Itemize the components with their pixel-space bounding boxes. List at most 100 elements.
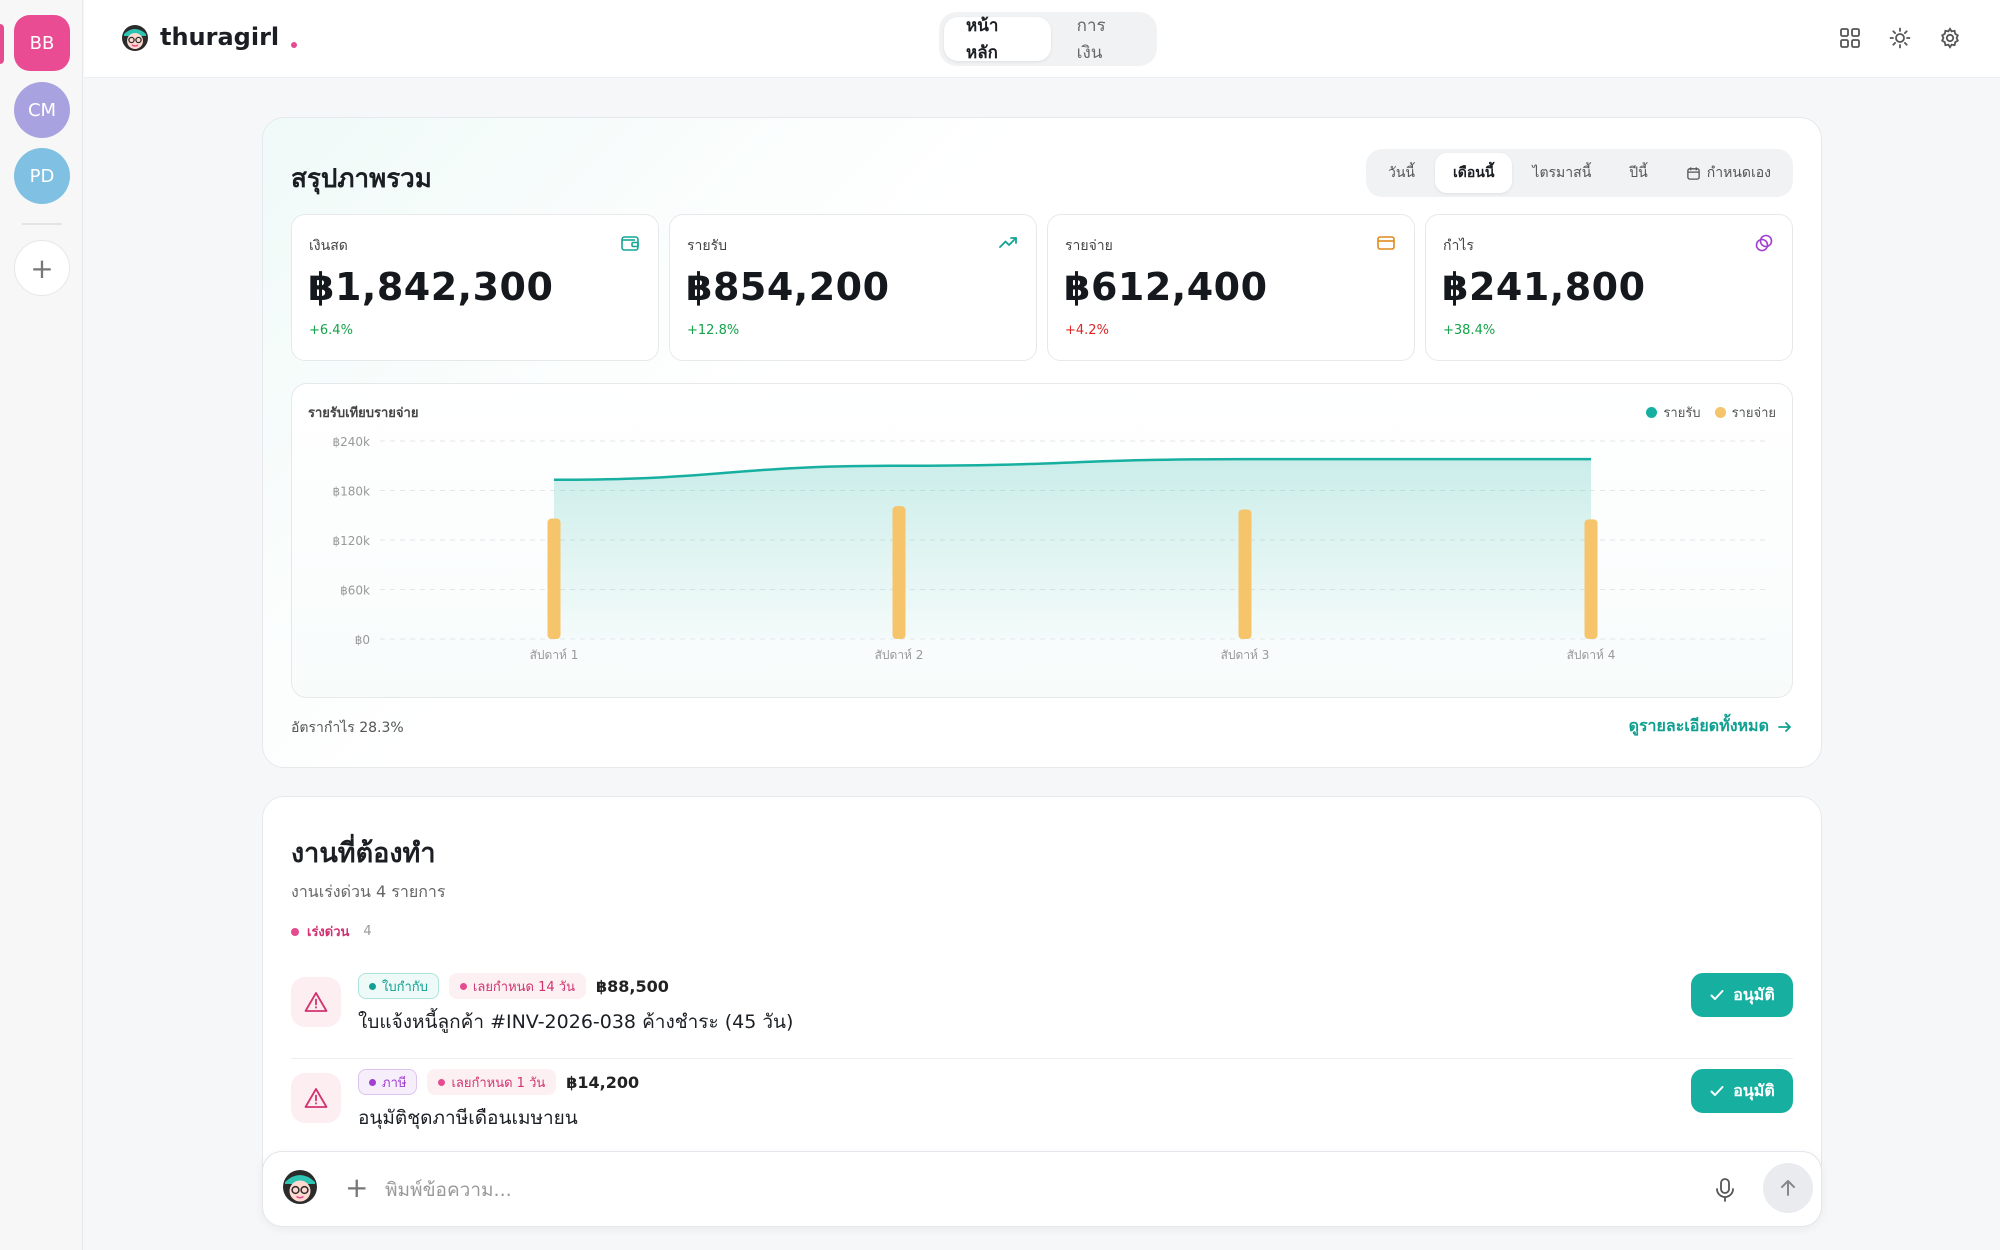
coins-icon	[1755, 234, 1773, 252]
due-chip: เลยกำหนด 1 วัน	[427, 1069, 557, 1095]
chart-canvas: ฿240k ฿180k ฿120k ฿60k ฿0 สัปดาห์ 1 สัปดาห์ 2 ส…	[333, 435, 1770, 662]
workspace-avatar-bb[interactable]: BB	[14, 15, 70, 71]
task-amount: ฿14,200	[566, 1072, 640, 1092]
workspace-rail: BB CM PD +	[0, 0, 83, 1250]
workspace-avatar-pd[interactable]: PD	[14, 148, 70, 204]
add-workspace-button[interactable]: +	[14, 240, 70, 296]
brand-name: thuragirl	[160, 23, 280, 51]
main-nav: หน้าหลัก การเงิน	[939, 12, 1157, 66]
message-input[interactable]	[385, 1172, 1665, 1208]
expense-bar	[1584, 519, 1598, 639]
period-this-year[interactable]: ปีนี้	[1611, 153, 1665, 193]
tasks-title: งานที่ต้องทำ	[291, 838, 436, 869]
top-bar: thuragirl หน้าหลัก การเงิน	[84, 0, 2000, 78]
urgent-group-header: เร่งด่วน 4	[291, 921, 372, 942]
stat-label: รายจ่าย	[1065, 238, 1113, 254]
due-chip: เลยกำหนด 14 วัน	[448, 973, 586, 999]
assistant-avatar-icon	[283, 1170, 317, 1204]
type-chip: ภาษี	[358, 1069, 418, 1095]
stat-card-profit[interactable]: กำไร ฿241,800 +38.4%	[1425, 214, 1793, 361]
sun-icon[interactable]	[1888, 26, 1912, 50]
arrow-up-icon	[1781, 1180, 1795, 1196]
y-tick-label: ฿0	[355, 633, 370, 647]
calendar-icon	[1686, 166, 1700, 180]
period-custom[interactable]: กำหนดเอง	[1668, 153, 1789, 193]
task-title: ใบแจ้งหนี้ลูกค้า #INV-2026-038 ค้างชำระ …	[358, 1011, 794, 1033]
expense-bar	[1238, 509, 1252, 639]
stat-card-cash[interactable]: เงินสด ฿1,842,300 +6.4%	[291, 214, 659, 361]
x-tick-label: สัปดาห์ 2	[875, 648, 924, 662]
attach-plus-icon[interactable]: +	[345, 1174, 368, 1202]
send-button[interactable]	[1763, 1163, 1813, 1213]
stat-value: ฿854,200	[686, 265, 890, 309]
type-chip: ใบกำกับ	[358, 973, 439, 999]
arrow-right-icon	[1778, 721, 1791, 732]
task-meta: ใบกำกับ เลยกำหนด 14 วัน ฿88,500	[358, 973, 669, 999]
tasks-card: งานที่ต้องทำ งานเร่งด่วน 4 รายการ เร่งด่…	[262, 796, 1822, 1196]
overview-card: สรุปภาพรวม วันนี้ เดือนนี้ ไตรมาสนี้ ปีน…	[262, 117, 1822, 768]
stat-card-expense[interactable]: รายจ่าย ฿612,400 +4.2%	[1047, 214, 1415, 361]
nav-tab-home[interactable]: หน้าหลัก	[944, 16, 1051, 63]
period-this-month[interactable]: เดือนนี้	[1434, 153, 1513, 193]
stat-label: กำไร	[1443, 238, 1474, 254]
stat-delta: +12.8%	[687, 323, 740, 338]
plus-icon: +	[30, 251, 54, 285]
group-label: เร่งด่วน	[307, 925, 350, 940]
stat-delta: +6.4%	[309, 323, 353, 338]
y-tick-label: ฿180k	[333, 485, 371, 499]
wallet-icon	[621, 236, 639, 251]
microphone-icon[interactable]	[1713, 1177, 1737, 1203]
task-amount: ฿88,500	[596, 976, 669, 996]
income-expense-chart: รายรับเทียบรายจ่าย รายรับ รายจ่าย ฿240k ฿…	[291, 383, 1793, 698]
task-meta: ภาษี เลยกำหนด 1 วัน ฿14,200	[358, 1069, 639, 1095]
overview-title: สรุปภาพรวม	[291, 164, 432, 194]
y-tick-label: ฿60k	[340, 584, 370, 598]
stat-delta: +4.2%	[1065, 323, 1109, 338]
group-count: 4	[363, 924, 372, 939]
urgent-dot	[291, 927, 299, 936]
brand-logo-icon	[122, 25, 148, 51]
x-tick-label: สัปดาห์ 3	[1221, 648, 1270, 662]
task-item[interactable]: ใบกำกับ เลยกำหนด 14 วัน ฿88,500 ใบแจ้งหน…	[291, 965, 1793, 1059]
warning-icon	[291, 1073, 341, 1123]
income-area	[554, 459, 1591, 639]
stat-delta: +38.4%	[1443, 323, 1496, 338]
profit-margin: อัตรากำไร 28.3%	[291, 720, 404, 736]
brand-dot	[291, 42, 298, 48]
stat-value: ฿1,842,300	[308, 265, 554, 309]
view-all-details-link[interactable]: ดูรายละเอียดทั้งหมด	[1629, 714, 1793, 739]
brand[interactable]: thuragirl	[120, 22, 298, 52]
active-workspace-indicator	[0, 24, 4, 64]
nav-tab-finance[interactable]: การเงิน	[1055, 16, 1152, 63]
rail-divider	[22, 223, 62, 225]
y-tick-label: ฿240k	[333, 435, 371, 449]
task-title: อนุมัติชุดภาษีเดือนเมษายน	[358, 1107, 578, 1129]
task-item[interactable]: ภาษี เลยกำหนด 1 วัน ฿14,200 อนุมัติชุดภา…	[291, 1061, 1793, 1155]
stat-value: ฿612,400	[1064, 265, 1268, 309]
stat-value: ฿241,800	[1442, 265, 1646, 309]
period-selector: วันนี้ เดือนนี้ ไตรมาสนี้ ปีนี้ กำหนดเอง	[1365, 149, 1793, 197]
expense-bar	[892, 506, 906, 639]
y-tick-label: ฿120k	[333, 534, 371, 548]
trending-up-icon	[999, 237, 1017, 248]
message-composer: +	[262, 1151, 1822, 1227]
approve-button[interactable]: อนุมัติ	[1691, 1069, 1793, 1113]
stat-label: เงินสด	[309, 238, 348, 254]
period-today[interactable]: วันนี้	[1370, 153, 1433, 193]
approve-button[interactable]: อนุมัติ	[1691, 973, 1793, 1017]
check-icon	[1710, 1086, 1724, 1096]
stat-label: รายรับ	[687, 238, 727, 254]
expense-bar	[547, 518, 561, 639]
top-icons	[1838, 26, 1962, 50]
workspace-avatar-cm[interactable]: CM	[14, 82, 70, 138]
credit-card-icon	[1377, 236, 1395, 250]
period-this-quarter[interactable]: ไตรมาสนี้	[1514, 153, 1609, 193]
x-tick-label: สัปดาห์ 4	[1567, 648, 1616, 662]
x-tick-label: สัปดาห์ 1	[530, 648, 579, 662]
settings-gear-icon[interactable]	[1938, 26, 1962, 50]
stat-card-income[interactable]: รายรับ ฿854,200 +12.8%	[669, 214, 1037, 361]
tasks-subtitle: งานเร่งด่วน 4 รายการ	[291, 882, 446, 901]
grid-icon[interactable]	[1838, 26, 1862, 50]
check-icon	[1710, 990, 1724, 1000]
warning-icon	[291, 977, 341, 1027]
